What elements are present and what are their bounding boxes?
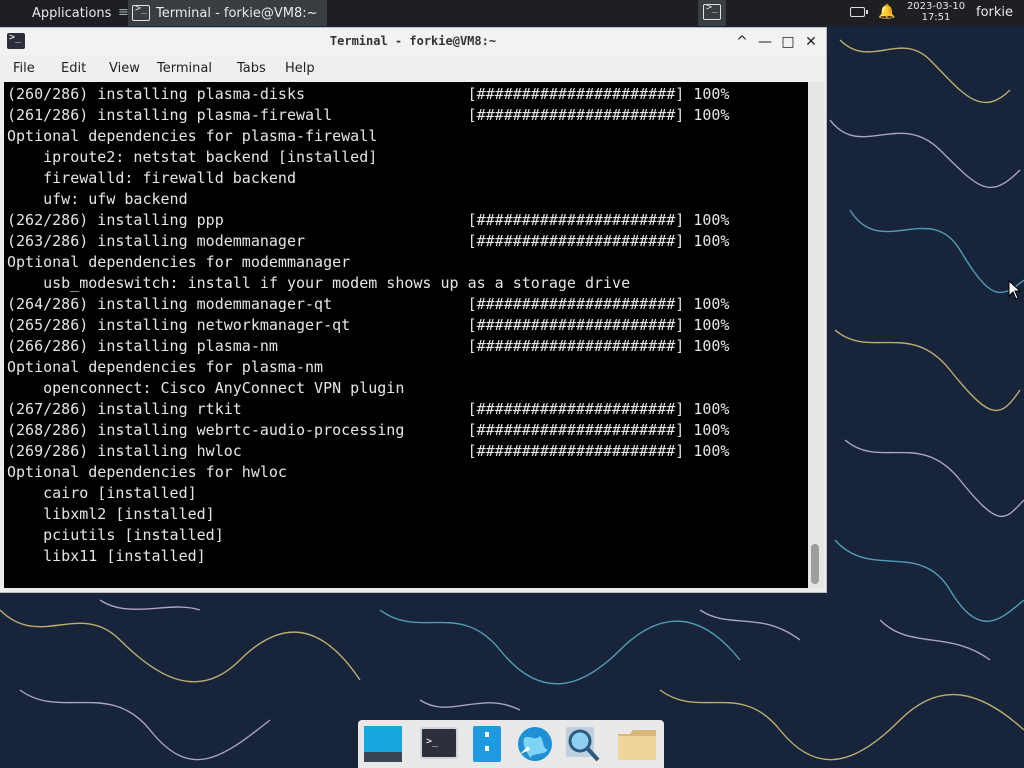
terminal-line: (261/286) installing plasma-firewall [##… bbox=[7, 106, 730, 124]
mouse-pointer-icon bbox=[1008, 280, 1022, 300]
terminal-line: (260/286) installing plasma-disks [#####… bbox=[7, 85, 730, 103]
terminal-line: (265/286) installing networkmanager-qt [… bbox=[7, 316, 730, 334]
window-title: Terminal - forkie@VM8:~ bbox=[329, 34, 497, 48]
terminal-icon[interactable]: >_ bbox=[418, 724, 460, 764]
terminal-icon bbox=[703, 2, 721, 20]
panel-terminal-launcher[interactable] bbox=[698, 0, 726, 26]
user-menu[interactable]: forkie bbox=[976, 5, 1013, 20]
clock-time: 17:51 bbox=[921, 12, 951, 23]
terminal-line: firewalld: firewalld backend bbox=[43, 169, 296, 187]
terminal-line: (262/286) installing ppp [##############… bbox=[7, 211, 730, 229]
terminal-text: (260/286) installing plasma-disks [#####… bbox=[4, 82, 808, 567]
folder-icon[interactable] bbox=[616, 724, 658, 764]
applications-label: Applications bbox=[32, 5, 112, 21]
terminal-line: pciutils [installed] bbox=[43, 526, 224, 544]
menu-bar: File Edit View Terminal Tabs Help bbox=[0, 56, 826, 82]
menu-tabs[interactable]: Tabs bbox=[237, 61, 266, 76]
terminal-icon bbox=[132, 3, 150, 21]
terminal-line: libxml2 [installed] bbox=[43, 505, 215, 523]
applications-menu-button[interactable]: Applications bbox=[0, 0, 116, 26]
clock-date: 2023-03-10 bbox=[906, 1, 966, 12]
scrollbar-thumb[interactable] bbox=[811, 544, 819, 584]
terminal-line: (264/286) installing modemmanager-qt [##… bbox=[7, 295, 730, 313]
terminal-output[interactable]: (260/286) installing plasma-disks [#####… bbox=[4, 82, 808, 588]
window-titlebar[interactable]: Terminal - forkie@VM8:~ ^ — □ ✕ bbox=[0, 28, 826, 56]
bottom-dock: >_ bbox=[358, 720, 664, 768]
menu-file[interactable]: File bbox=[13, 61, 35, 76]
terminal-line: (267/286) installing rtkit [############… bbox=[7, 400, 730, 418]
terminal-line: openconnect: Cisco AnyConnect VPN plugin bbox=[43, 379, 405, 397]
terminal-line: (269/286) installing hwloc [############… bbox=[7, 442, 730, 460]
svg-text:>_: >_ bbox=[426, 736, 439, 747]
terminal-window: Terminal - forkie@VM8:~ ^ — □ ✕ File Edi… bbox=[0, 28, 826, 592]
web-browser-icon[interactable] bbox=[514, 724, 556, 764]
shade-button[interactable]: ^ bbox=[733, 32, 751, 52]
close-button[interactable]: ✕ bbox=[802, 32, 820, 52]
menu-edit[interactable]: Edit bbox=[61, 61, 86, 76]
terminal-line: Optional dependencies for hwloc bbox=[7, 463, 287, 481]
scrollbar-track[interactable] bbox=[808, 82, 824, 588]
terminal-line: Optional dependencies for modemmanager bbox=[7, 253, 351, 271]
menu-terminal[interactable]: Terminal bbox=[157, 61, 212, 76]
file-manager-icon[interactable] bbox=[466, 724, 508, 764]
notification-bell-icon[interactable]: 🔔 bbox=[878, 4, 895, 20]
app-finder-icon[interactable] bbox=[562, 724, 604, 764]
terminal-line: usb_modeswitch: install if your modem sh… bbox=[43, 274, 631, 292]
battery-icon[interactable] bbox=[850, 7, 868, 17]
terminal-line: cairo [installed] bbox=[43, 484, 197, 502]
menu-view[interactable]: View bbox=[109, 61, 140, 76]
terminal-line: (266/286) installing plasma-nm [########… bbox=[7, 337, 730, 355]
terminal-line: iproute2: netstat backend [installed] bbox=[43, 148, 378, 166]
terminal-line: (268/286) installing webrtc-audio-proces… bbox=[7, 421, 730, 439]
show-desktop-icon[interactable] bbox=[362, 724, 404, 764]
taskbar-terminal-button[interactable]: Terminal - forkie@VM8:~ bbox=[128, 0, 327, 26]
minimize-button[interactable]: — bbox=[756, 32, 774, 52]
panel-clock[interactable]: 2023-03-10 17:51 bbox=[900, 1, 972, 23]
terminal-line: (263/286) installing modemmanager [#####… bbox=[7, 232, 730, 250]
menu-help[interactable]: Help bbox=[285, 61, 315, 76]
top-panel: Applications ≡ Terminal - forkie@VM8:~ 🔔… bbox=[0, 0, 1024, 26]
terminal-line: Optional dependencies for plasma-firewal… bbox=[7, 127, 378, 145]
terminal-line: ufw: ufw backend bbox=[43, 190, 188, 208]
terminal-line: Optional dependencies for plasma-nm bbox=[7, 358, 324, 376]
taskbar-terminal-label: Terminal - forkie@VM8:~ bbox=[156, 5, 318, 21]
maximize-button[interactable]: □ bbox=[779, 32, 797, 52]
terminal-line: libx11 [installed] bbox=[43, 547, 206, 565]
